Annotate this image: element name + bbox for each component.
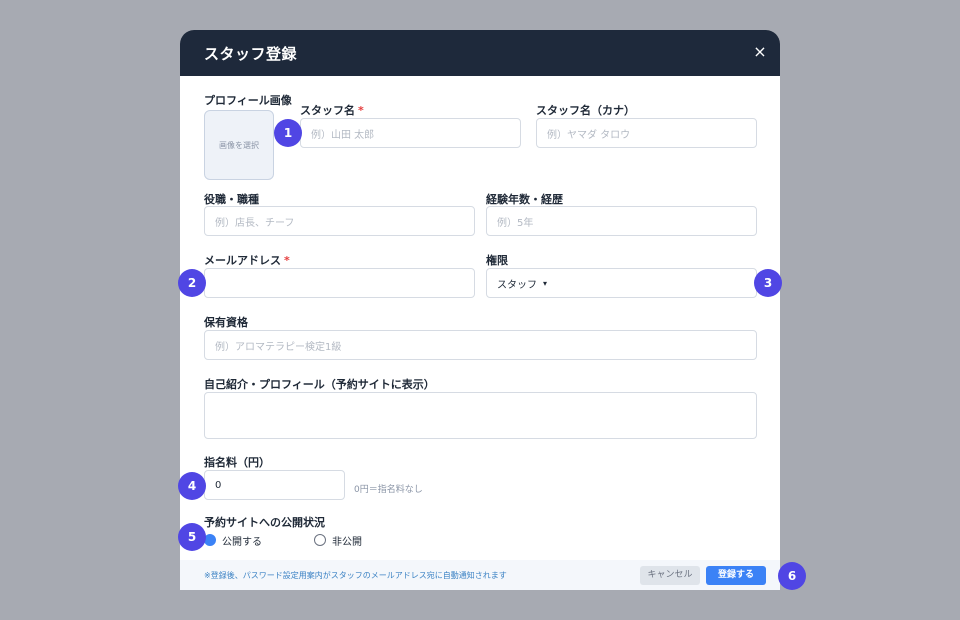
bio-textarea[interactable]	[204, 392, 757, 439]
email-input[interactable]	[204, 268, 475, 298]
required-mark: *	[358, 104, 364, 117]
bio-label: 自己紹介・プロフィール（予約サイトに表示）	[204, 378, 435, 391]
staff-name-placeholder: 例）山田 太郎	[311, 129, 375, 141]
staff-registration-modal: スタッフ登録 × プロフィール画像 画像を選択 スタッフ名 * 例）山田 太郎 ス…	[180, 30, 780, 590]
fee-label: 指名料（円）	[204, 456, 270, 469]
fee-input[interactable]: 0	[204, 470, 345, 500]
profile-image-label: プロフィール画像	[204, 94, 292, 107]
email-label-text: メールアドレス	[204, 254, 281, 267]
fee-value: 0	[215, 479, 222, 491]
staff-name-input[interactable]: 例）山田 太郎	[300, 118, 521, 148]
cancel-button[interactable]: キャンセル	[640, 566, 700, 585]
staff-kana-placeholder: 例）ヤマダ タロウ	[547, 129, 631, 141]
step-badge-6: 6	[778, 562, 806, 590]
visibility-label: 予約サイトへの公開状況	[204, 516, 325, 529]
email-label: メールアドレス *	[204, 252, 290, 268]
role-selected-value: スタッフ	[497, 279, 537, 291]
step-badge-1: 1	[274, 119, 302, 147]
close-icon[interactable]: ×	[750, 42, 770, 62]
visibility-option-public[interactable]: 公開する	[222, 533, 262, 548]
position-label: 役職・職種	[204, 193, 259, 206]
profile-image-picker[interactable]: 画像を選択	[204, 110, 274, 180]
visibility-option-private[interactable]: 非公開	[332, 533, 362, 548]
qualifications-label: 保有資格	[204, 316, 248, 329]
footer-notice: ※登録後、パスワード設定用案内がスタッフのメールアドレス宛に自動通知されます	[204, 571, 507, 580]
modal-footer: ※登録後、パスワード設定用案内がスタッフのメールアドレス宛に自動通知されます キ…	[180, 560, 780, 590]
role-label: 権限	[486, 254, 508, 267]
role-select[interactable]: スタッフ ▾	[486, 268, 757, 298]
modal-header: スタッフ登録 ×	[180, 30, 780, 76]
profile-image-button-text: 画像を選択	[219, 140, 259, 150]
position-placeholder: 例）店長、チーフ	[215, 217, 295, 229]
experience-placeholder: 例）5年	[497, 217, 534, 229]
visibility-radio-private[interactable]	[314, 534, 326, 546]
staff-kana-label: スタッフ名（カナ）	[536, 104, 635, 117]
staff-name-label: スタッフ名 *	[300, 102, 364, 118]
required-mark: *	[284, 254, 290, 267]
fee-hint: 0円＝指名料なし	[354, 485, 423, 495]
chevron-down-icon: ▾	[543, 278, 548, 288]
position-input[interactable]: 例）店長、チーフ	[204, 206, 475, 236]
experience-label: 経験年数・経歴	[486, 193, 563, 206]
step-badge-4: 4	[178, 472, 206, 500]
step-badge-2: 2	[178, 269, 206, 297]
submit-button[interactable]: 登録する	[706, 566, 766, 585]
qualifications-placeholder: 例）アロマテラピー検定1級	[215, 341, 342, 353]
experience-input[interactable]: 例）5年	[486, 206, 757, 236]
staff-kana-input[interactable]: 例）ヤマダ タロウ	[536, 118, 757, 148]
step-badge-3: 3	[754, 269, 782, 297]
step-badge-5: 5	[178, 523, 206, 551]
staff-name-label-text: スタッフ名	[300, 104, 355, 117]
qualifications-input[interactable]: 例）アロマテラピー検定1級	[204, 330, 757, 360]
modal-title: スタッフ登録	[204, 45, 298, 63]
